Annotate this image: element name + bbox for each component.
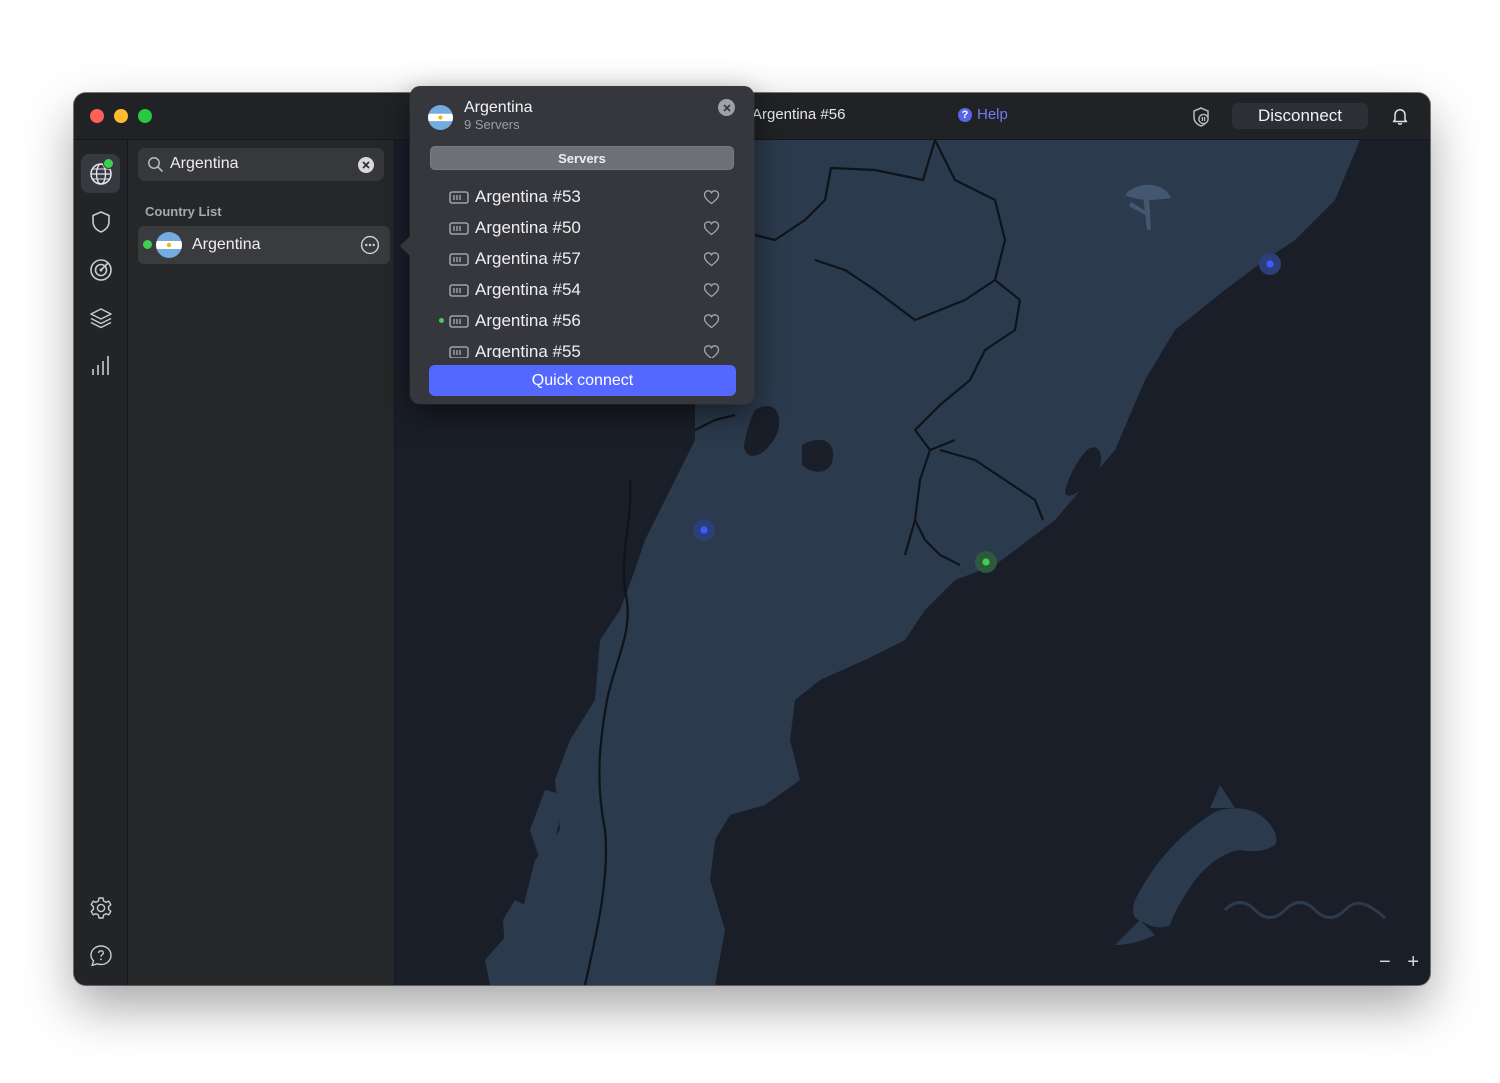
layers-icon xyxy=(89,307,112,328)
server-marker[interactable] xyxy=(700,526,708,534)
server-name: Argentina #54 xyxy=(475,280,581,299)
favorite-heart-icon[interactable] xyxy=(703,344,720,358)
close-popover-button[interactable] xyxy=(718,99,735,116)
nav-threat-protection[interactable] xyxy=(81,202,120,241)
country-name: Argentina xyxy=(192,236,261,253)
country-row-argentina[interactable]: Argentina xyxy=(138,226,390,264)
favorite-heart-icon[interactable] xyxy=(703,220,720,236)
nav-dark-web-monitor[interactable] xyxy=(81,250,120,289)
quick-connect-button[interactable]: Quick connect xyxy=(429,365,736,396)
map-lake xyxy=(802,439,834,472)
favorite-heart-icon[interactable] xyxy=(703,282,720,298)
help-label: Help xyxy=(977,106,1008,123)
connected-status-dot xyxy=(143,240,152,249)
server-row[interactable]: Argentina #50 xyxy=(430,213,734,244)
close-window-button[interactable] xyxy=(90,109,104,123)
server-icon xyxy=(449,284,469,297)
pause-protection-icon[interactable] xyxy=(1190,106,1212,128)
help-chat-icon xyxy=(89,944,112,966)
nav-rail xyxy=(74,140,128,985)
popover-server-count: 9 Servers xyxy=(464,117,520,132)
favorite-heart-icon[interactable] xyxy=(703,313,720,329)
zoom-controls: − + xyxy=(1373,950,1425,974)
server-marker[interactable] xyxy=(1266,260,1274,268)
server-row[interactable]: Argentina #57 xyxy=(430,244,734,275)
argentina-flag-icon xyxy=(428,105,453,130)
disconnect-button[interactable]: Disconnect xyxy=(1232,103,1368,129)
nav-specialty-servers[interactable] xyxy=(81,298,120,337)
connected-status-dot xyxy=(439,318,444,323)
search-icon xyxy=(148,157,164,173)
zoom-window-button[interactable] xyxy=(138,109,152,123)
zoom-in-button[interactable]: + xyxy=(1407,951,1419,974)
popover-country-name: Argentina xyxy=(464,99,533,116)
bar-chart-icon xyxy=(91,355,109,375)
dolphin-illustration xyxy=(1115,785,1387,945)
country-list-heading: Country List xyxy=(145,204,222,219)
server-row[interactable]: Argentina #55 xyxy=(430,337,734,358)
connected-indicator xyxy=(103,158,114,169)
clear-search-button[interactable] xyxy=(358,157,374,173)
more-options-icon[interactable] xyxy=(360,235,380,255)
nav-settings[interactable] xyxy=(81,888,120,927)
search-value: Argentina xyxy=(170,155,239,172)
close-icon xyxy=(722,103,731,112)
server-name: Argentina #53 xyxy=(475,187,581,206)
country-sidebar: Argentina Country List Argentina xyxy=(128,140,395,985)
server-row-connected[interactable]: Argentina #56 xyxy=(430,306,734,337)
help-link[interactable]: ? Help xyxy=(958,106,1008,123)
nav-support[interactable] xyxy=(81,936,120,975)
server-name: Argentina #55 xyxy=(475,342,581,358)
target-icon xyxy=(89,258,112,281)
server-row[interactable]: Argentina #54 xyxy=(430,275,734,306)
nav-globe[interactable] xyxy=(81,154,120,193)
shield-icon xyxy=(91,210,110,233)
connection-status-text: Argentina #56 xyxy=(752,106,846,123)
server-name: Argentina #57 xyxy=(475,249,581,268)
popover-arrow xyxy=(400,236,410,256)
help-icon: ? xyxy=(958,107,972,122)
tab-servers[interactable]: Servers xyxy=(430,146,734,170)
server-icon xyxy=(449,253,469,266)
server-icon xyxy=(449,315,469,328)
country-popover: Argentina 9 Servers Servers Argentina #5… xyxy=(400,86,754,404)
favorite-heart-icon[interactable] xyxy=(703,251,720,267)
server-icon xyxy=(449,222,469,235)
gear-icon xyxy=(90,896,111,919)
server-icon xyxy=(449,346,469,358)
favorite-heart-icon[interactable] xyxy=(703,189,720,205)
minimize-window-button[interactable] xyxy=(114,109,128,123)
connected-server-marker[interactable] xyxy=(982,558,990,566)
server-icon xyxy=(449,191,469,204)
server-list: Argentina #53 Argentina #50 Argentina #5… xyxy=(430,182,734,358)
zoom-out-button[interactable]: − xyxy=(1379,951,1391,974)
close-icon xyxy=(362,161,370,169)
argentina-flag-icon xyxy=(156,232,182,258)
server-name: Argentina #50 xyxy=(475,218,581,237)
notifications-bell-icon[interactable] xyxy=(1390,106,1410,126)
server-row[interactable]: Argentina #53 xyxy=(430,182,734,213)
nav-stats[interactable] xyxy=(81,346,120,385)
server-name: Argentina #56 xyxy=(475,311,581,330)
search-input[interactable]: Argentina xyxy=(138,148,384,181)
